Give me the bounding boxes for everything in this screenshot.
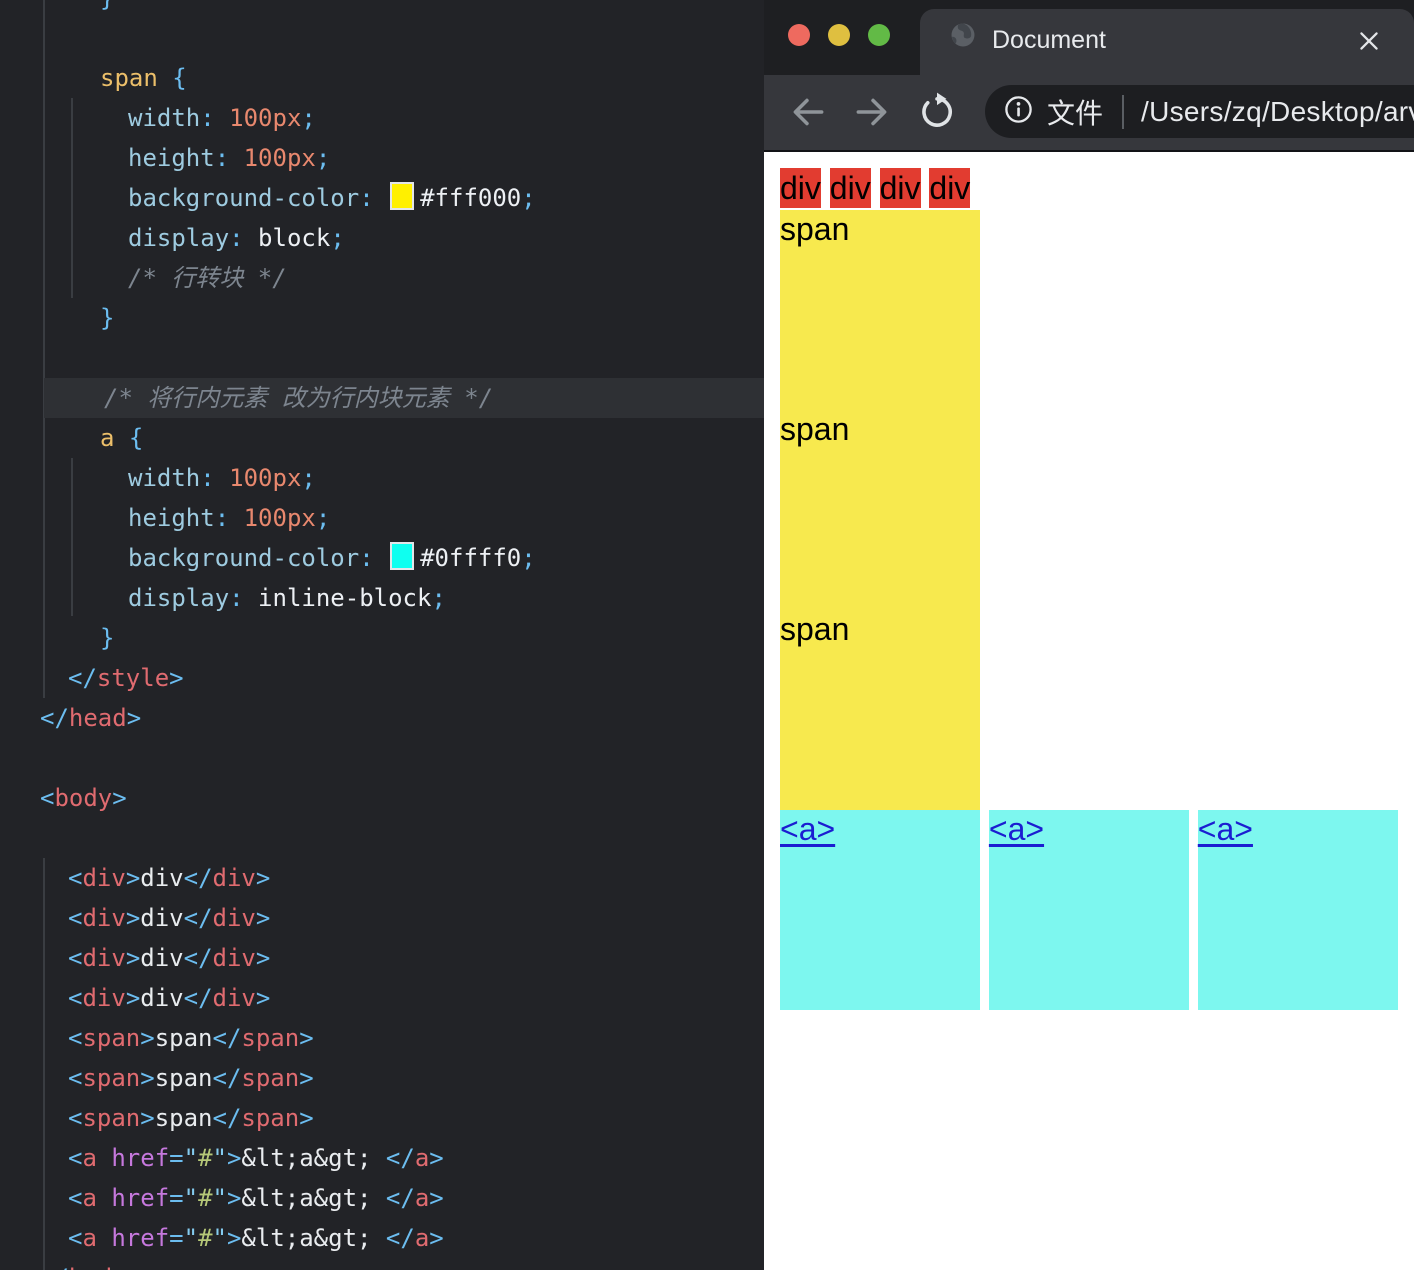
rendered-link-block[interactable]: <a> (780, 810, 980, 1010)
code-line: width: 100px; (128, 464, 316, 492)
code-line: a { (100, 424, 144, 452)
reload-button[interactable] (916, 91, 958, 133)
code-line: <a href="#">&lt;a&gt; </a> (68, 1224, 444, 1252)
code-line: <div>div</div> (68, 864, 271, 892)
code-lines: } span { width: 100px; height: 100px; backgr… (0, 0, 764, 1270)
code-line: </body> (0, 1258, 764, 1270)
code-line: <span>span</span> (68, 1064, 314, 1092)
code-line: <div>div</div> (68, 904, 271, 932)
rendered-link-block[interactable]: <a> (988, 810, 1189, 1010)
code-line: background-color: #0ffff0; (128, 542, 536, 572)
rendered-div-row: div div div div (780, 167, 1414, 210)
globe-icon (946, 18, 980, 57)
browser-window: Document 文件 /Users/zq/Desktop/arv div di… (764, 0, 1414, 1270)
color-swatch (390, 182, 415, 210)
url-bar[interactable]: 文件 /Users/zq/Desktop/arv (985, 85, 1414, 138)
url-scheme-label: 文件 (1047, 97, 1104, 129)
code-line: background-color: #fff000; (128, 182, 536, 212)
code-line: /* 将行内元素 改为行内块元素 */ (0, 378, 764, 418)
rendered-div-box: div (879, 168, 921, 208)
code-line: height: 100px; (128, 144, 331, 172)
code-line: } (100, 304, 115, 332)
code-line: <span>span</span> (68, 1104, 314, 1132)
rendered-span-block: span (780, 410, 980, 610)
code-line: display: inline-block; (128, 584, 446, 612)
forward-button[interactable] (851, 91, 893, 133)
rendered-div-box: div (829, 168, 871, 208)
code-line: span { (100, 64, 187, 92)
rendered-span-block: span (780, 610, 980, 810)
code-line: } (0, 0, 764, 18)
url-separator (1122, 94, 1125, 129)
rendered-span-column: span span span (780, 210, 1414, 810)
rendered-link-block[interactable]: <a> (1197, 810, 1398, 1010)
code-line: <div>div</div> (68, 944, 271, 972)
rendered-page: div div div div span span span <a> <a> <a> (764, 150, 1414, 1270)
code-line: /* 行转块 */ (128, 264, 287, 292)
info-icon[interactable] (1003, 94, 1034, 130)
browser-titlebar: Document (764, 0, 1414, 75)
code-line: height: 100px; (128, 504, 331, 532)
tab-close-icon[interactable] (1356, 28, 1382, 54)
code-line: <span>span</span> (68, 1024, 314, 1052)
code-line: </head> (40, 704, 142, 732)
code-editor-pane[interactable]: } span { width: 100px; height: 100px; backgr… (0, 0, 764, 1270)
code-line: display: block; (128, 224, 345, 252)
traffic-light-zoom[interactable] (868, 24, 890, 46)
rendered-div-box: div (929, 168, 971, 208)
code-line: <div>div</div> (68, 984, 271, 1012)
rendered-div-box: div (780, 168, 821, 208)
screen: } span { width: 100px; height: 100px; backgr… (0, 0, 1414, 1270)
rendered-links-row: <a> <a> <a> (780, 810, 1414, 1010)
back-button[interactable] (787, 91, 829, 133)
code-line: </style> (68, 664, 184, 692)
rendered-span-block: span (780, 210, 980, 410)
url-path: /Users/zq/Desktop/arv (1141, 95, 1414, 127)
browser-tab[interactable]: Document (920, 9, 1414, 75)
code-line: width: 100px; (128, 104, 316, 132)
color-swatch (390, 542, 415, 570)
browser-toolbar: 文件 /Users/zq/Desktop/arv (764, 75, 1414, 150)
code-line: <a href="#">&lt;a&gt; </a> (68, 1144, 444, 1172)
code-line: <a href="#">&lt;a&gt; </a> (68, 1184, 444, 1212)
code-line: } (100, 624, 115, 652)
traffic-light-close[interactable] (788, 24, 810, 46)
traffic-light-minimize[interactable] (828, 24, 850, 46)
tab-title: Document (992, 26, 1106, 54)
code-line: <body> (40, 784, 127, 812)
